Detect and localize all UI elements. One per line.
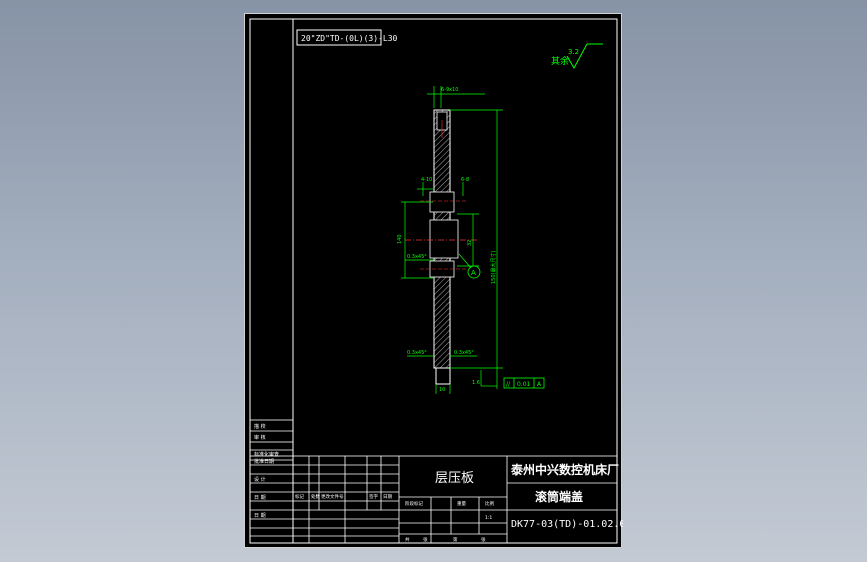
sheet-total-label: 共 [405, 536, 410, 543]
dim-bottom-right-small: 1.6 [472, 380, 480, 386]
dim-right-inner: 32 [467, 240, 473, 246]
sheet-no-label: 第 [453, 536, 458, 543]
company-name: 泰州中兴数控机床厂 [510, 462, 619, 477]
code-box-text: 20"ZD"TD-(0L)(3)-L30 [301, 34, 398, 43]
header-mark: 标记 [295, 493, 304, 500]
part-name: 滚筒端盖 [535, 489, 583, 504]
base-step [435, 367, 451, 385]
left-row-6: 日 期 [254, 495, 266, 501]
dim-top-flat: 6-9x10 [441, 87, 459, 93]
header-file-no: 更改文件号 [321, 493, 344, 500]
tolerance-frame: // 0.01 A [503, 377, 545, 389]
stage-header-mark: 阶段标记 [405, 500, 423, 507]
header-sign: 签字 [369, 493, 378, 500]
dim-left-upper-a: 4-10 [421, 177, 432, 183]
left-row-3: 标准化审查 [254, 451, 279, 458]
center-bore [429, 219, 459, 259]
dim-left-lower: 0.3x45° [407, 254, 427, 260]
dim-bottom-right: 0.3x45° [454, 350, 474, 356]
sheet-no-unit: 张 [481, 536, 486, 543]
dim-left-upper-b: 6-8 [461, 177, 469, 183]
stage-header-scale: 比例 [485, 500, 494, 507]
tolerance-datum: A [537, 381, 542, 388]
tolerance-symbol: // [506, 381, 511, 388]
left-row-4: 批准日期 [254, 458, 274, 465]
left-row-5: 设 计 [254, 476, 266, 483]
drawing-canvas: 20"ZD"TD-(0L)(3)-L30 其余 3.2 6-9x10 4-10 … [249, 18, 631, 544]
header-count: 处数 [311, 493, 320, 500]
drawing-sheet: 20"ZD"TD-(0L)(3)-L30 其余 3.2 6-9x10 4-10 … [244, 13, 631, 548]
left-row-1: 描 校 [254, 423, 266, 430]
dim-right-total: 150(最大尺寸) [490, 251, 497, 284]
viewport: 20"ZD"TD-(0L)(3)-L30 其余 3.2 6-9x10 4-10 … [0, 0, 867, 562]
dim-bottom-width: 10 [439, 387, 445, 393]
left-row-2: 审 核 [254, 434, 266, 441]
part-section [405, 109, 477, 385]
scale-value: 1:1 [485, 515, 492, 521]
dim-left-big: 140 [397, 234, 403, 244]
roughness-label: 其余 [551, 55, 569, 67]
tolerance-value: 0.01 [517, 381, 531, 388]
datum-label: A [471, 269, 476, 277]
dim-bottom-left: 0.3x45° [407, 350, 427, 356]
stage-header-weight: 重量 [457, 500, 466, 507]
left-row-7: 日 期 [254, 513, 266, 519]
sheet-total-unit: 张 [423, 536, 428, 543]
material-text: 层压板 [435, 471, 474, 486]
header-date: 日期 [383, 494, 392, 500]
upper-bore [429, 191, 455, 213]
roughness-value: 3.2 [568, 48, 579, 56]
drawing-number: DK77-03(TD)-01.02.02 [511, 519, 623, 530]
